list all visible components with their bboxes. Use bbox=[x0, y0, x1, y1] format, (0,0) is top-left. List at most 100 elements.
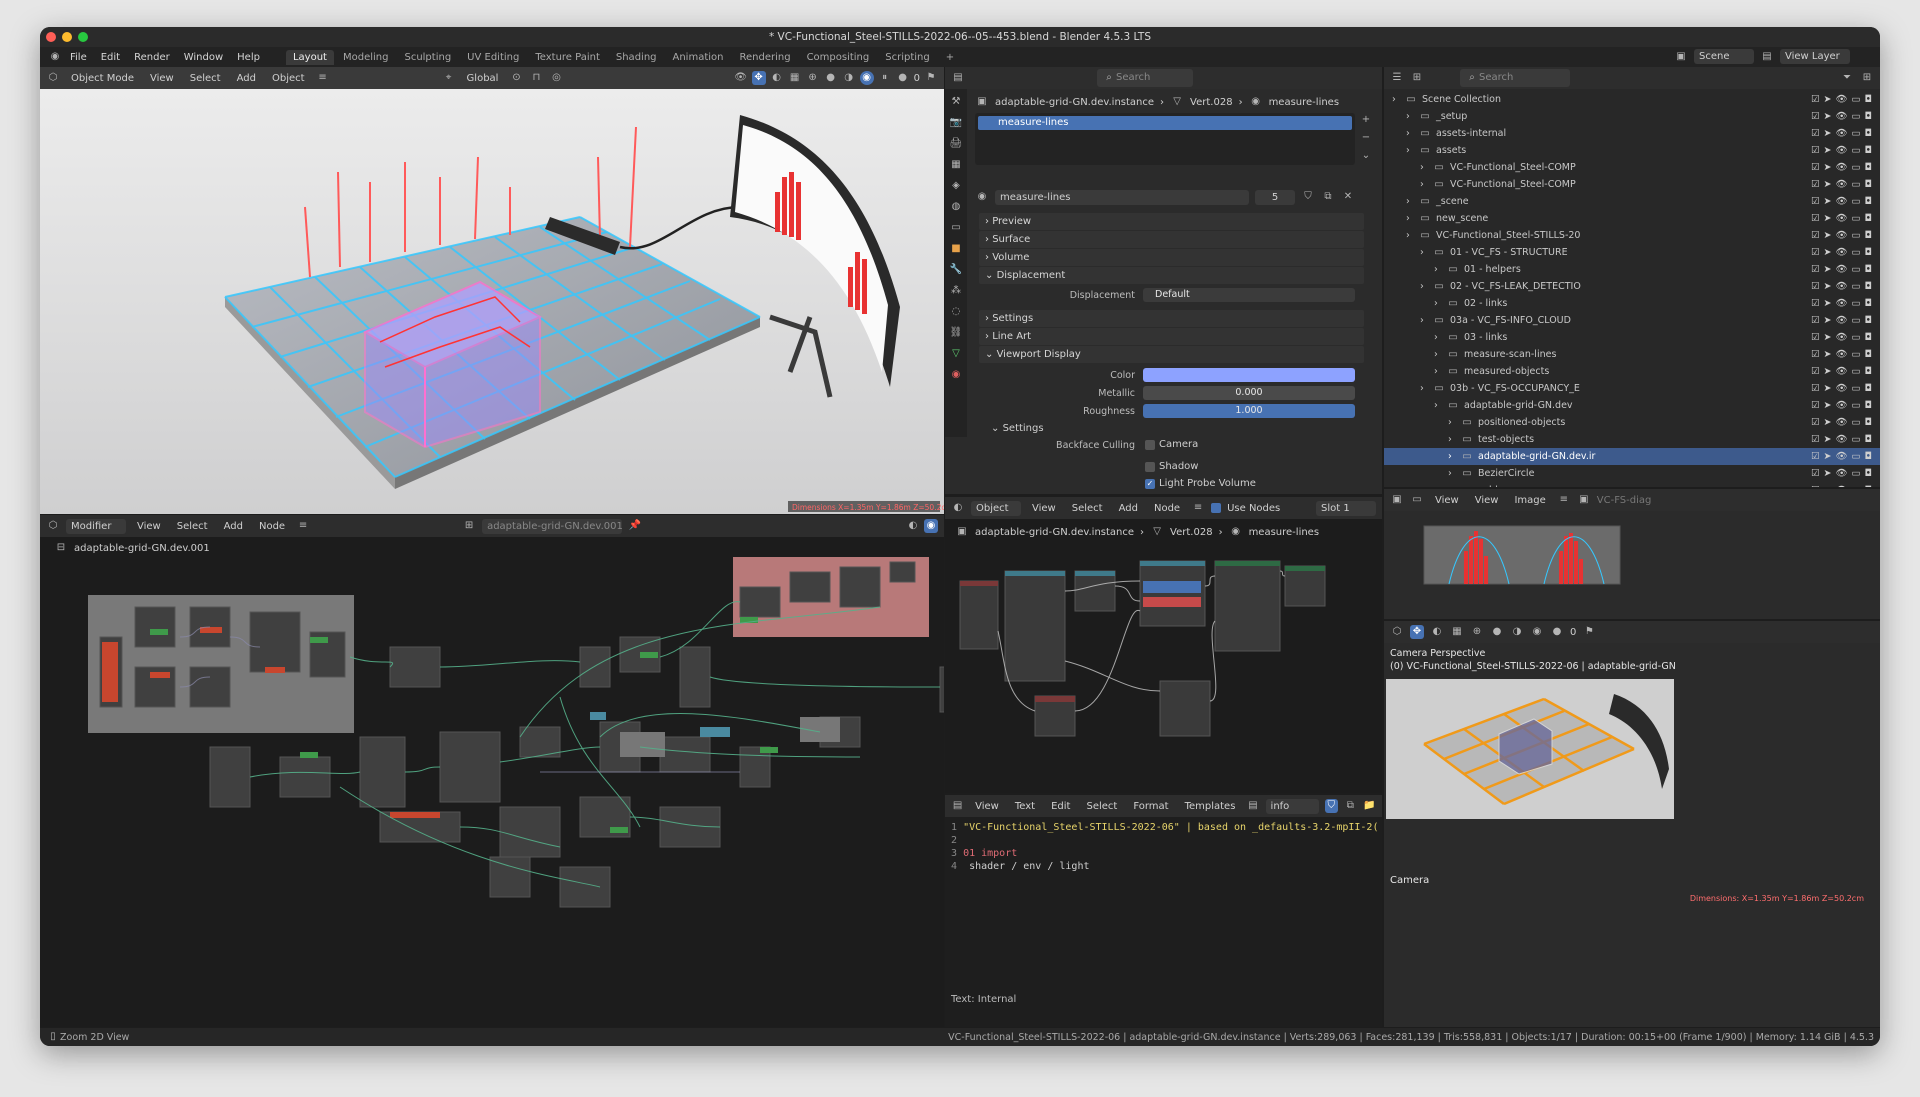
outliner-row[interactable]: › ▭ VC-Functional_Steel-COMP ☑ ➤ 👁 ▭ ◘ bbox=[1384, 176, 1880, 193]
menu-file[interactable]: File bbox=[64, 50, 93, 65]
eye-icon[interactable]: 👁 bbox=[1835, 383, 1847, 394]
tab-texture-paint[interactable]: Texture Paint bbox=[528, 50, 607, 65]
shader-context-selector[interactable]: Object bbox=[971, 500, 1021, 516]
outliner-row[interactable]: ›▭cable.curve☑➤👁▭◘ bbox=[1384, 482, 1880, 488]
roughness-field[interactable]: 1.000 bbox=[1143, 404, 1355, 418]
color-swatch[interactable] bbox=[1143, 368, 1355, 382]
material-name-field[interactable]: measure-lines bbox=[995, 189, 1249, 205]
expand-arrow-icon[interactable]: › bbox=[1406, 145, 1418, 156]
text-menu-templates[interactable]: Templates bbox=[1180, 799, 1241, 814]
section-surface[interactable]: › Surface bbox=[979, 231, 1364, 248]
geometry-node-editor[interactable]: ⬡ Modifier View Select Add Node ≡ ⊞ adap… bbox=[40, 515, 944, 1027]
image-hamburger-icon[interactable]: ≡ bbox=[1557, 493, 1571, 507]
camera-icon[interactable]: ◘ bbox=[1864, 400, 1872, 411]
text-fake-user-icon[interactable]: ⛉ bbox=[1324, 799, 1338, 813]
select-icon[interactable]: ➤ bbox=[1823, 111, 1831, 122]
camera-icon[interactable]: ◘ bbox=[1864, 230, 1872, 241]
fake-user-icon[interactable]: ⛉ bbox=[1301, 190, 1315, 204]
outliner[interactable]: ☰ ⊞ ⌕ Search ⏷ ⊞ › ▭ Scene Collection ☑ ➤ 👁 ▭ ◘ ›… bbox=[1384, 67, 1880, 487]
camera-icon[interactable]: ◘ bbox=[1864, 128, 1872, 139]
cam-gizmo-icon[interactable]: ✥ bbox=[1410, 625, 1424, 639]
outliner-row[interactable]: › ▭ measure-scan-lines ☑ ➤ 👁 ▭ ◘ bbox=[1384, 346, 1880, 363]
menu-help[interactable]: Help bbox=[231, 50, 266, 65]
select-icon[interactable]: ➤ bbox=[1823, 315, 1831, 326]
select-icon[interactable]: ➤ bbox=[1823, 128, 1831, 139]
tab-modeling[interactable]: Modeling bbox=[336, 50, 396, 65]
image-name-field[interactable]: VC-FS-diag bbox=[1597, 495, 1652, 506]
menu-window[interactable]: Window bbox=[178, 50, 229, 65]
camera-icon[interactable]: ◘ bbox=[1864, 162, 1872, 173]
camera-icon[interactable]: ◘ bbox=[1864, 196, 1872, 207]
view-layer-selector[interactable]: View Layer bbox=[1780, 49, 1850, 64]
eye-icon[interactable]: 👁 bbox=[1835, 332, 1847, 343]
node-menu-select[interactable]: Select bbox=[172, 519, 213, 534]
checkbox-icon[interactable]: ☑ bbox=[1811, 94, 1820, 105]
material-browse-icon[interactable]: ◉ bbox=[975, 190, 989, 204]
tab-scripting[interactable]: Scripting bbox=[878, 50, 936, 65]
eye-icon[interactable]: 👁 bbox=[1835, 179, 1847, 190]
eye-icon[interactable]: 👁 bbox=[1835, 196, 1847, 207]
eye-icon[interactable]: 👁 bbox=[1835, 315, 1847, 326]
checkbox-icon[interactable]: ☑ bbox=[1811, 383, 1820, 394]
checkbox-icon[interactable]: ☑ bbox=[1811, 298, 1820, 309]
menu-render[interactable]: Render bbox=[128, 50, 176, 65]
light-probe-checkbox[interactable]: ✓ bbox=[1145, 478, 1155, 489]
camera-icon[interactable]: ◘ bbox=[1864, 417, 1872, 428]
camera-icon[interactable]: ◘ bbox=[1864, 434, 1872, 445]
checkbox-icon[interactable]: ☑ bbox=[1811, 315, 1820, 326]
add-workspace-button[interactable]: + bbox=[939, 50, 961, 65]
shader-hamburger-icon[interactable]: ≡ bbox=[1191, 501, 1205, 515]
checkbox-icon[interactable]: ☑ bbox=[1811, 332, 1820, 343]
expand-arrow-icon[interactable]: › bbox=[1420, 179, 1432, 190]
eye-icon[interactable]: 👁 bbox=[1835, 230, 1847, 241]
monitor-icon[interactable]: ▭ bbox=[1852, 213, 1861, 224]
outliner-row[interactable]: › ▭ 03 - links ☑ ➤ 👁 ▭ ◘ bbox=[1384, 329, 1880, 346]
node-overlay-icon[interactable]: ◐ bbox=[906, 519, 920, 533]
zoom-window-button[interactable] bbox=[78, 32, 88, 42]
eye-icon[interactable]: 👁 bbox=[1835, 366, 1847, 377]
tab-uv-editing[interactable]: UV Editing bbox=[460, 50, 526, 65]
tab-compositing[interactable]: Compositing bbox=[800, 50, 877, 65]
checkbox-icon[interactable]: ☑ bbox=[1811, 485, 1820, 487]
outliner-row[interactable]: › ▭ assets ☑ ➤ 👁 ▭ ◘ bbox=[1384, 142, 1880, 159]
physics-tab-icon[interactable]: ◌ bbox=[949, 305, 963, 319]
eye-icon[interactable]: 👁 bbox=[1835, 298, 1847, 309]
node-menu-node[interactable]: Node bbox=[254, 519, 290, 534]
properties-type-icon[interactable]: ▤ bbox=[951, 71, 965, 85]
eye-icon[interactable]: 👁 bbox=[1835, 111, 1847, 122]
scene-icon[interactable]: ▣ bbox=[1674, 50, 1688, 64]
select-icon[interactable]: ➤ bbox=[1823, 417, 1831, 428]
close-window-button[interactable] bbox=[46, 32, 56, 42]
camera-icon[interactable]: ◘ bbox=[1864, 485, 1872, 487]
checkbox-icon[interactable]: ☑ bbox=[1811, 400, 1820, 411]
eye-icon[interactable]: 👁 bbox=[1835, 213, 1847, 224]
section-settings[interactable]: › Settings bbox=[979, 310, 1364, 327]
monitor-icon[interactable]: ▭ bbox=[1852, 451, 1861, 462]
output-tab-icon[interactable]: 🖨 bbox=[949, 137, 963, 151]
eye-icon[interactable]: 👁 bbox=[1835, 451, 1847, 462]
checkbox-icon[interactable]: ☑ bbox=[1811, 451, 1820, 462]
select-icon[interactable]: ➤ bbox=[1823, 213, 1831, 224]
eye-icon[interactable]: 👁 bbox=[1835, 128, 1847, 139]
monitor-icon[interactable]: ▭ bbox=[1852, 264, 1861, 275]
section-viewport-display[interactable]: ⌄ Viewport Display bbox=[979, 346, 1364, 363]
eye-icon[interactable]: 👁 bbox=[1835, 400, 1847, 411]
collection-tab-icon[interactable]: ▭ bbox=[949, 221, 963, 235]
outliner-row[interactable]: › ▭ adaptable-grid-GN.dev ☑ ➤ 👁 ▭ ◘ bbox=[1384, 397, 1880, 414]
cam-material-icon[interactable]: ◑ bbox=[1510, 625, 1524, 639]
select-icon[interactable]: ➤ bbox=[1823, 383, 1831, 394]
expand-arrow-icon[interactable]: › bbox=[1392, 94, 1404, 105]
monitor-icon[interactable]: ▭ bbox=[1852, 111, 1861, 122]
camera-icon[interactable]: ◘ bbox=[1864, 213, 1872, 224]
checkbox-icon[interactable]: ☑ bbox=[1811, 196, 1820, 207]
text-browse-icon[interactable]: ▤ bbox=[1246, 799, 1259, 813]
display-mode-icon[interactable]: ⊞ bbox=[1410, 71, 1424, 85]
select-icon[interactable]: ➤ bbox=[1823, 366, 1831, 377]
select-icon[interactable]: ➤ bbox=[1823, 434, 1831, 445]
shader-menu-view[interactable]: View bbox=[1027, 501, 1061, 516]
node-tree-selector[interactable]: adaptable-grid-GN.dev.001 bbox=[482, 518, 623, 534]
camera-icon[interactable]: ◘ bbox=[1864, 281, 1872, 292]
text-menu-edit[interactable]: Edit bbox=[1046, 799, 1075, 814]
select-icon[interactable]: ➤ bbox=[1823, 298, 1831, 309]
select-icon[interactable]: ➤ bbox=[1823, 94, 1831, 105]
